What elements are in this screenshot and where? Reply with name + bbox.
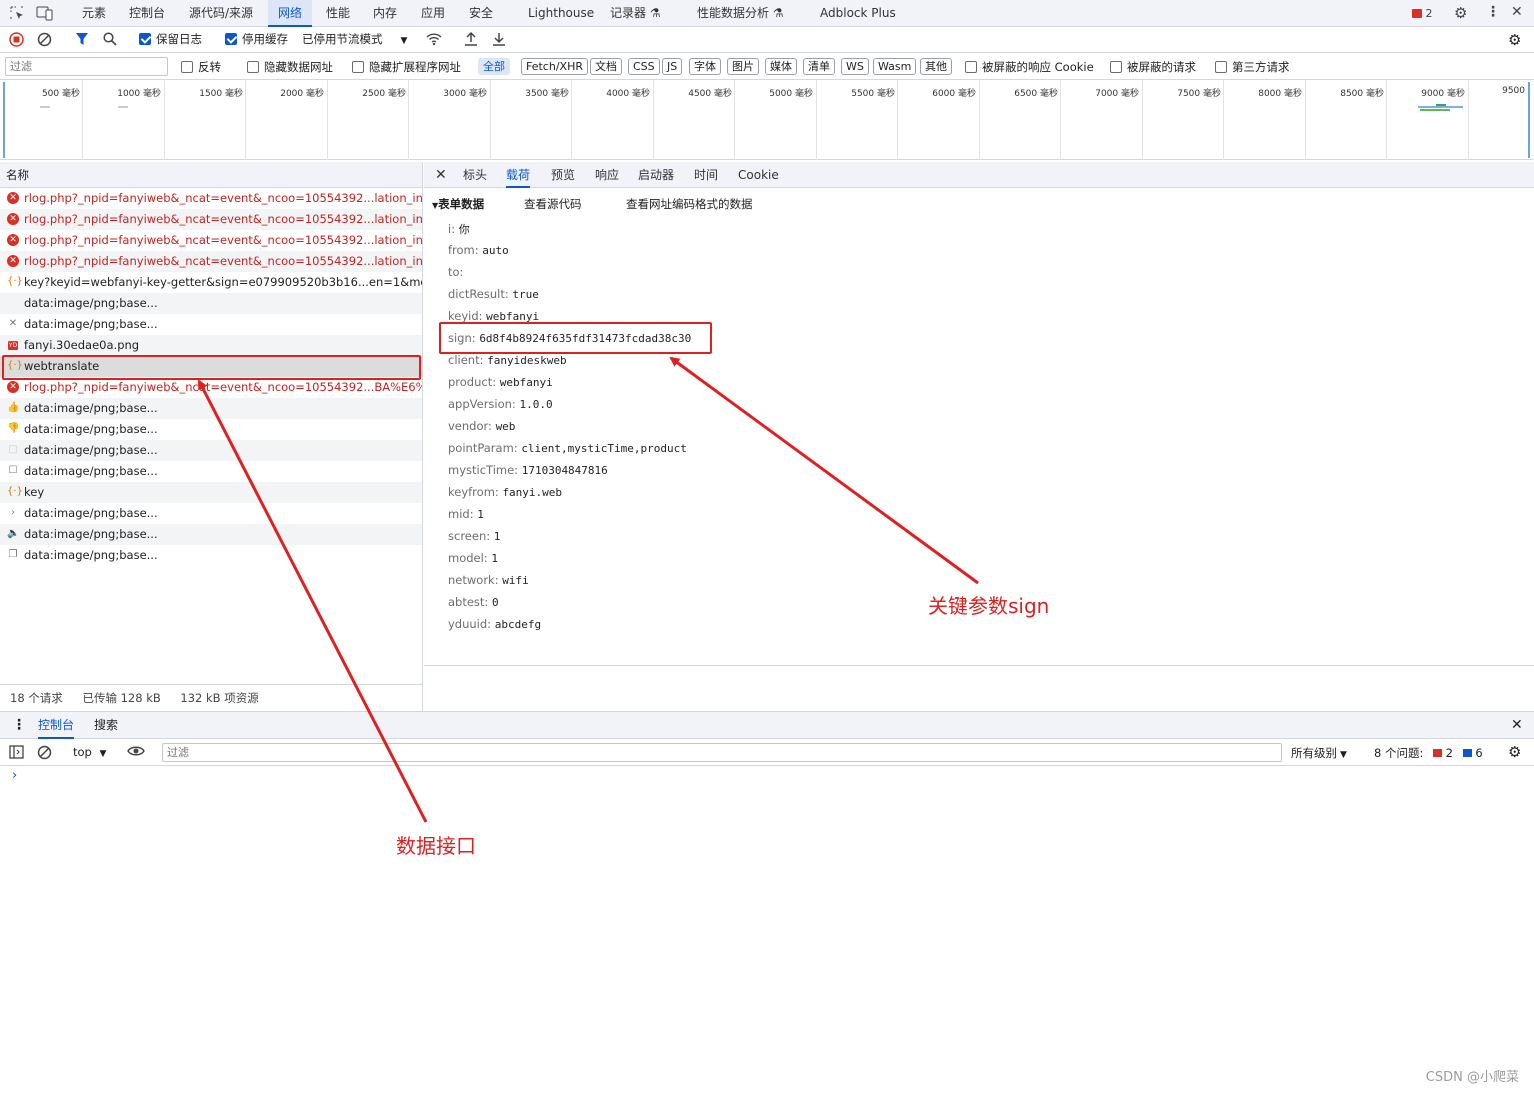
api-annotation-label: 数据接口 — [396, 834, 476, 858]
watermark: CSDN @小爬菜 — [1425, 1070, 1519, 1085]
annotation-arrows — [197, 356, 979, 823]
sign-annotation-label: 关键参数sign — [928, 594, 1050, 618]
sign-arrow — [669, 356, 979, 585]
api-arrow — [197, 379, 428, 823]
